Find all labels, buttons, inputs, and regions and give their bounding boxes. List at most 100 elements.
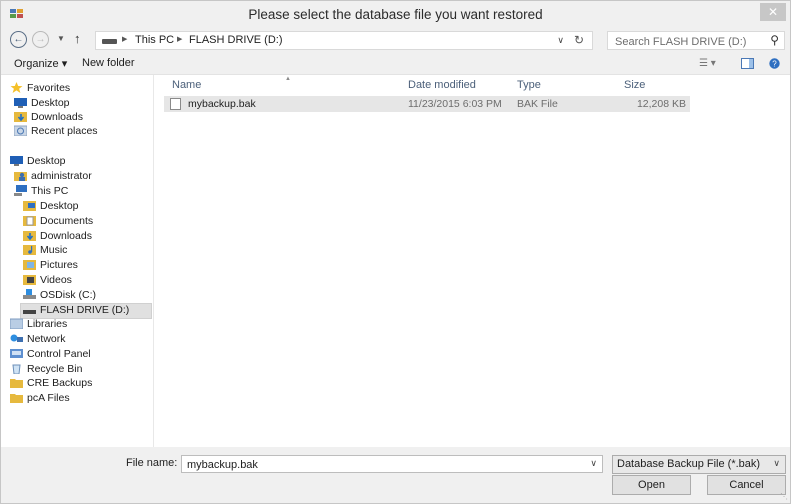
- chevron-down-icon[interactable]: ∨: [773, 458, 780, 469]
- back-arrow-icon[interactable]: ←: [10, 31, 27, 48]
- videos-icon: [23, 275, 36, 285]
- organize-button[interactable]: Organize ▾: [14, 57, 67, 70]
- search-input[interactable]: [613, 33, 762, 50]
- sidebar-item-label: Desktop: [40, 200, 79, 212]
- system-drive-icon: [23, 289, 36, 299]
- sidebar-item-flash-drive[interactable]: FLASH DRIVE (D:): [20, 303, 152, 319]
- sidebar-item-label: administrator: [31, 170, 92, 182]
- sidebar-item-label: This PC: [31, 185, 69, 197]
- sidebar-item-label: Downloads: [31, 111, 83, 123]
- sidebar-item-documents[interactable]: Documents: [23, 215, 93, 229]
- navigation-bar: ← → ▼ ↑ ▶ This PC ▶ FLASH DRIVE (D:) ∨ ↻…: [1, 28, 790, 53]
- sidebar-item-desktop-root[interactable]: Desktop: [10, 155, 66, 169]
- user-folder-icon: [14, 172, 27, 181]
- desktop-folder-icon: [23, 201, 36, 211]
- navigation-pane: Favorites Desktop Downloads Recent place…: [1, 75, 154, 447]
- search-icon[interactable]: ⚲: [770, 33, 779, 47]
- breadcrumb-flash-drive[interactable]: FLASH DRIVE (D:): [189, 34, 283, 46]
- sidebar-item-label: Documents: [40, 215, 94, 227]
- dialog-footer: File name: ∨ Database Backup File (*.bak…: [1, 448, 790, 503]
- sidebar-item-label: Recent places: [31, 125, 98, 137]
- sidebar-item-label: FLASH DRIVE (D:): [40, 304, 130, 316]
- file-name: mybackup.bak: [188, 98, 256, 110]
- folder-icon: [10, 379, 23, 388]
- sidebar-item-favorites[interactable]: Favorites: [10, 82, 70, 96]
- sidebar-item-administrator[interactable]: administrator: [14, 170, 92, 184]
- open-button[interactable]: Open: [612, 475, 691, 495]
- sidebar-item-label: pcA Files: [27, 392, 70, 404]
- column-header-type[interactable]: Type: [517, 79, 541, 91]
- sidebar-item-videos[interactable]: Videos: [23, 274, 72, 288]
- sidebar-item-label: CRE Backups: [27, 377, 93, 389]
- window-title: Please select the database file you want…: [248, 7, 543, 22]
- chevron-down-icon[interactable]: ∨: [590, 458, 597, 469]
- usb-drive-icon: [102, 39, 117, 44]
- new-folder-button[interactable]: New folder: [82, 57, 135, 69]
- svg-text:?: ?: [772, 60, 777, 69]
- file-name-label: File name:: [126, 457, 178, 469]
- recent-locations-chevron-down-icon[interactable]: ▼: [57, 34, 65, 43]
- preview-pane-icon[interactable]: [741, 58, 754, 69]
- sidebar-item-network[interactable]: Network: [10, 333, 66, 347]
- control-panel-icon: [10, 349, 23, 358]
- sidebar-item-this-pc[interactable]: This PC: [14, 185, 68, 199]
- music-icon: [23, 245, 36, 255]
- sidebar-item-pca-files[interactable]: pcA Files: [10, 392, 70, 406]
- desktop-icon: [14, 98, 27, 108]
- close-button[interactable]: ✕: [760, 3, 786, 21]
- sidebar-item-pictures[interactable]: Pictures: [23, 259, 78, 273]
- computer-icon: [14, 185, 27, 196]
- sort-ascending-icon: ▲: [285, 76, 291, 82]
- sidebar-item-label: Control Panel: [27, 348, 91, 360]
- column-header-date-modified[interactable]: Date modified: [408, 79, 476, 91]
- file-name-combobox[interactable]: ∨: [181, 455, 603, 473]
- refresh-icon[interactable]: ↻: [574, 33, 584, 47]
- sidebar-item-osdisk[interactable]: OSDisk (C:): [23, 289, 96, 303]
- sidebar-item-libraries[interactable]: Libraries: [10, 318, 67, 332]
- sidebar-item-control-panel[interactable]: Control Panel: [10, 348, 91, 362]
- file-date-modified: 11/23/2015 6:03 PM: [408, 98, 502, 110]
- up-arrow-icon[interactable]: ↑: [74, 31, 81, 46]
- file-icon: [170, 98, 181, 110]
- column-header-name[interactable]: Name: [172, 79, 201, 91]
- pictures-icon: [23, 260, 36, 270]
- breadcrumb-this-pc[interactable]: This PC: [135, 34, 174, 46]
- title-bar: Please select the database file you want…: [1, 1, 790, 28]
- sidebar-item-cre-backups[interactable]: CRE Backups: [10, 377, 92, 391]
- sidebar-item-pc-desktop[interactable]: Desktop: [23, 200, 79, 214]
- forward-arrow-icon[interactable]: →: [32, 31, 49, 48]
- file-type-select[interactable]: Database Backup File (*.bak) ∨: [612, 455, 786, 474]
- sidebar-item-favorites-downloads[interactable]: Downloads: [14, 111, 83, 125]
- sidebar-item-label: Desktop: [27, 155, 66, 167]
- sidebar-item-downloads[interactable]: Downloads: [23, 230, 92, 244]
- sidebar-item-favorites-desktop[interactable]: Desktop: [14, 97, 70, 111]
- view-options-icon[interactable]: ☰ ▾: [699, 58, 716, 69]
- sidebar-item-recent-places[interactable]: Recent places: [14, 125, 98, 139]
- resize-grip-icon[interactable]: ⋱: [780, 492, 788, 501]
- desktop-icon: [10, 156, 23, 166]
- command-bar: Organize ▾ New folder ☰ ▾ ?: [1, 54, 790, 75]
- address-history-chevron-down-icon[interactable]: ∨: [557, 35, 564, 46]
- sidebar-item-label: Favorites: [27, 82, 71, 94]
- column-header-size[interactable]: Size: [624, 79, 645, 91]
- file-type-value: Database Backup File (*.bak): [617, 458, 761, 470]
- network-icon: [10, 334, 23, 342]
- sidebar-item-music[interactable]: Music: [23, 244, 67, 258]
- help-icon[interactable]: ?: [769, 58, 780, 69]
- breadcrumb-chevron-icon: ▶: [122, 36, 128, 43]
- usb-drive-icon: [23, 310, 36, 314]
- sidebar-item-label: Music: [40, 244, 68, 256]
- recycle-bin-icon: [12, 364, 21, 374]
- folder-icon: [10, 394, 23, 403]
- documents-icon: [23, 216, 36, 226]
- file-row[interactable]: mybackup.bak 11/23/2015 6:03 PM BAK File…: [164, 96, 690, 112]
- search-box[interactable]: ⚲: [607, 31, 785, 50]
- cancel-button[interactable]: Cancel: [707, 475, 786, 495]
- sidebar-item-recycle-bin[interactable]: Recycle Bin: [10, 363, 82, 377]
- sidebar-item-label: Recycle Bin: [27, 363, 83, 375]
- file-name-input[interactable]: [185, 457, 579, 473]
- recent-places-icon: [14, 125, 27, 136]
- file-size: 12,208 KB: [636, 98, 686, 110]
- file-type: BAK File: [517, 98, 558, 110]
- address-bar[interactable]: ▶ This PC ▶ FLASH DRIVE (D:) ∨ ↻: [95, 31, 593, 50]
